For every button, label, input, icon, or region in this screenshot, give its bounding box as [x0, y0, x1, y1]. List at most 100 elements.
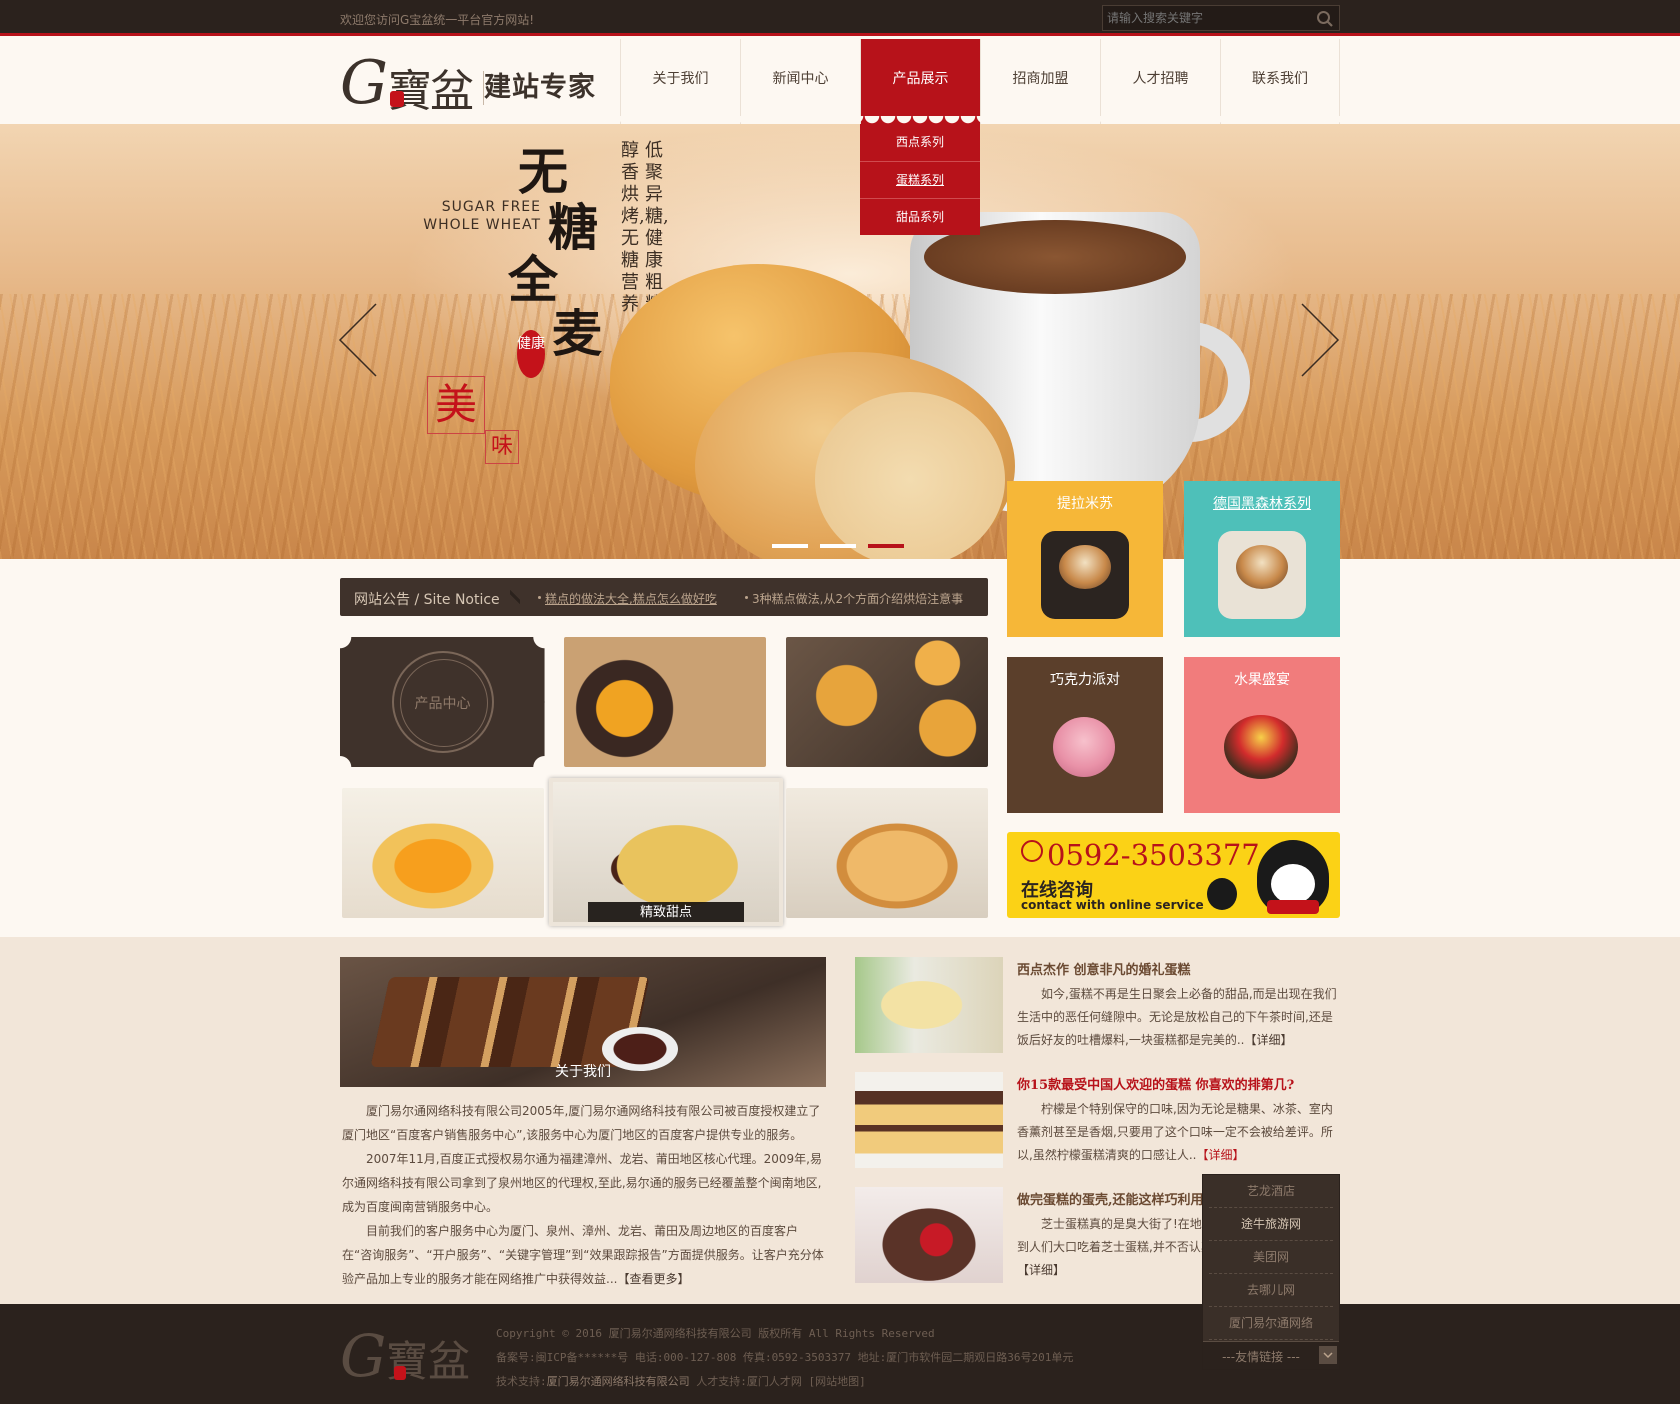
tile-black-forest[interactable]: 德国黑森林系列	[1184, 481, 1340, 637]
qq-small-icon	[1207, 878, 1237, 910]
hero-banner: SUGAR FREE WHOLE WHEAT 无 糖 全 麦 低聚异糖,健康粗粮…	[0, 124, 1680, 559]
bread-cut-face	[815, 392, 1005, 559]
wei-stamp: 味	[485, 430, 519, 464]
footer-support-label: 技术支持:	[496, 1375, 547, 1388]
dropdown-label: 甜品系列	[895, 210, 944, 224]
news-title[interactable]: 做完蛋糕的蛋壳,还能这样巧利用	[1017, 1189, 1204, 1208]
friend-links-select-label: ---友情链接 ---	[1222, 1350, 1300, 1364]
notice-bullet	[538, 596, 541, 599]
gallery-caption: 精致甜点	[588, 902, 744, 922]
search-icon[interactable]	[1316, 10, 1334, 28]
site-notice-bar: 网站公告 / Site Notice 糕点的做法大全,糕点怎么做好吃 3种糕点做…	[340, 578, 988, 616]
footer-talent[interactable]: 人才支持:厦门人才网 [网站地图]	[696, 1375, 866, 1388]
nav-item-about[interactable]: 关于我们	[620, 39, 740, 124]
chocolate-party-image	[1041, 707, 1129, 795]
dropdown-item-western-pastry[interactable]: 西点系列	[860, 124, 980, 161]
slide-dot-2[interactable]	[820, 544, 856, 548]
phone-icon	[1021, 840, 1043, 862]
news-item: 你15款最受中国人欢迎的蛋糕 你喜欢的排第几? 柠檬是个特别保守的口味,因为无论…	[855, 1072, 1341, 1168]
nav-item-franchise[interactable]: 招商加盟	[980, 39, 1100, 124]
about-us-caption: 关于我们	[555, 1064, 611, 1080]
online-consult-banner[interactable]: 0592-3503377 在线咨询 contact with online se…	[1007, 832, 1340, 918]
slide-dot-3[interactable]	[868, 544, 904, 548]
logo-name: 寶盆	[388, 66, 474, 117]
consult-phone: 0592-3503377	[1021, 838, 1260, 872]
search-input[interactable]	[1107, 10, 1307, 26]
tile-label: 德国黑森林系列	[1213, 496, 1311, 512]
tile-label: 提拉米苏	[1057, 496, 1113, 512]
friend-link-elong[interactable]: 艺龙酒店	[1209, 1175, 1333, 1208]
gallery-image-pastry-buns[interactable]	[786, 637, 988, 767]
tile-fruit-feast[interactable]: 水果盛宴	[1184, 657, 1340, 813]
tile-tiramisu[interactable]: 提拉米苏	[1007, 481, 1163, 637]
news-body-text: 柠檬是个特别保守的口味,因为无论是糖果、冰茶、室内香薰剂甚至是香烟,只要用了这个…	[1017, 1102, 1333, 1162]
dropdown-item-cake[interactable]: 蛋糕系列	[860, 161, 980, 198]
news-body: 如今,蛋糕不再是生日聚会上必备的甜品,而是出现在我们生活中的恶任何缝隙中。无论是…	[1017, 983, 1341, 1052]
tile-label: 巧克力派对	[1050, 672, 1120, 688]
black-forest-image	[1218, 531, 1306, 619]
nav-item-contact[interactable]: 联系我们	[1220, 39, 1340, 124]
tiramisu-image	[1041, 531, 1129, 619]
dropdown-label: 西点系列	[895, 135, 944, 149]
footer-logo-seal	[394, 1366, 406, 1380]
footer-logo: G 寶盆	[340, 1324, 470, 1388]
content-section	[0, 937, 1680, 1304]
nav-item-products[interactable]: 产品展示	[860, 39, 980, 124]
slogan-char-3: 全	[508, 250, 558, 309]
news-detail-link[interactable]: 【详细】	[1244, 1033, 1292, 1047]
about-paragraph-1: 厦门易尔通网络科技有限公司2005年,厦门易尔通网络科技有限公司被百度授权建立了…	[342, 1104, 821, 1142]
friend-links-select[interactable]: ---友情链接 ---	[1203, 1341, 1339, 1369]
notice-bullet	[745, 596, 748, 599]
news-detail-link[interactable]: 【详细】	[1017, 1263, 1065, 1277]
gallery-image-puff-bun[interactable]	[786, 788, 988, 918]
gallery-image-featured-dessert[interactable]: 精致甜点	[549, 778, 783, 926]
tile-label: 水果盛宴	[1234, 672, 1290, 688]
logo-g: G	[340, 48, 388, 118]
about-paragraph-3: 目前我们的客户服务中心为厦门、泉州、漳州、龙岩、莆田及周边地区的百度客户在“咨询…	[342, 1219, 826, 1291]
news-image-chocolate-cake[interactable]	[855, 1187, 1003, 1283]
friend-links-dropdown: 艺龙酒店 途牛旅游网 美团网 去哪儿网 厦门易尔通网络 ---友情链接 ---	[1202, 1174, 1340, 1370]
news-image-layer-cake[interactable]	[855, 1072, 1003, 1168]
friend-link-tuniu[interactable]: 途牛旅游网	[1209, 1208, 1333, 1241]
dropdown-label: 蛋糕系列	[895, 173, 944, 187]
friend-link-meituan[interactable]: 美团网	[1209, 1241, 1333, 1274]
friend-link-qunar[interactable]: 去哪儿网	[1209, 1274, 1333, 1307]
about-us-image[interactable]: 关于我们	[340, 957, 826, 1087]
slogan-vertical-2: 醇香烘烤,无糖营养	[621, 140, 645, 315]
news-image-wedding-cake[interactable]	[855, 957, 1003, 1053]
footer-support-company[interactable]: 厦门易尔通网络科技有限公司	[547, 1375, 690, 1388]
news-item: 西点杰作 创意非凡的婚礼蛋糕 如今,蛋糕不再是生日聚会上必备的甜品,而是出现在我…	[855, 957, 1341, 1053]
news-detail-link[interactable]: 【详细】	[1196, 1148, 1244, 1162]
footer-record: 备案号:闽ICP备******号 电话:000-127-808 传真:0592-…	[496, 1351, 1074, 1364]
nav-item-jobs[interactable]: 人才招聘	[1100, 39, 1220, 124]
chevron-down-icon[interactable]	[1319, 1346, 1337, 1364]
nav-item-news[interactable]: 新闻中心	[740, 39, 860, 124]
mei-stamp: 美	[427, 376, 485, 434]
header-scallop-edge	[0, 116, 1680, 126]
gallery-image-flaky-pastry[interactable]	[342, 788, 544, 918]
slide-dot-1[interactable]	[772, 544, 808, 548]
footer: G 寶盆 Copyright © 2016 厦门易尔通网络科技有限公司 版权所有…	[0, 1304, 1680, 1404]
about-more-link[interactable]: 【查看更多】	[617, 1272, 689, 1286]
top-bar: 欢迎您访问G宝盆统一平台官方网站!	[0, 0, 1680, 36]
banner-next-arrow-icon[interactable]	[1300, 302, 1340, 378]
tile-chocolate-party[interactable]: 巧克力派对	[1007, 657, 1163, 813]
product-center-card[interactable]: 产品中心	[340, 637, 545, 767]
gallery-image-egg-yolk-pastry[interactable]	[564, 637, 766, 767]
dropdown-item-dessert[interactable]: 甜品系列	[860, 198, 980, 235]
news-title[interactable]: 西点杰作 创意非凡的婚礼蛋糕	[1017, 959, 1191, 978]
health-seal: 健康	[517, 330, 545, 378]
search-box	[1102, 5, 1340, 31]
news-title[interactable]: 你15款最受中国人欢迎的蛋糕 你喜欢的排第几?	[1017, 1074, 1294, 1093]
banner-prev-arrow-icon[interactable]	[338, 302, 378, 378]
products-dropdown: 西点系列 蛋糕系列 甜品系列	[860, 124, 980, 235]
product-center-label: 产品中心	[414, 696, 471, 712]
consult-phone-number: 0592-3503377	[1047, 838, 1260, 872]
footer-copyright: Copyright © 2016 厦门易尔通网络科技有限公司 版权所有 All …	[496, 1327, 935, 1340]
fruit-feast-image	[1218, 707, 1306, 795]
notice-link-2[interactable]: 3种糕点做法,从2个方面介绍烘焙注意事	[752, 590, 963, 607]
friend-link-yiertong[interactable]: 厦门易尔通网络	[1209, 1307, 1333, 1340]
notice-link-1[interactable]: 糕点的做法大全,糕点怎么做好吃	[545, 590, 717, 607]
site-logo[interactable]: G 寶盆 建站专家	[340, 48, 610, 118]
notice-divider	[510, 578, 520, 616]
